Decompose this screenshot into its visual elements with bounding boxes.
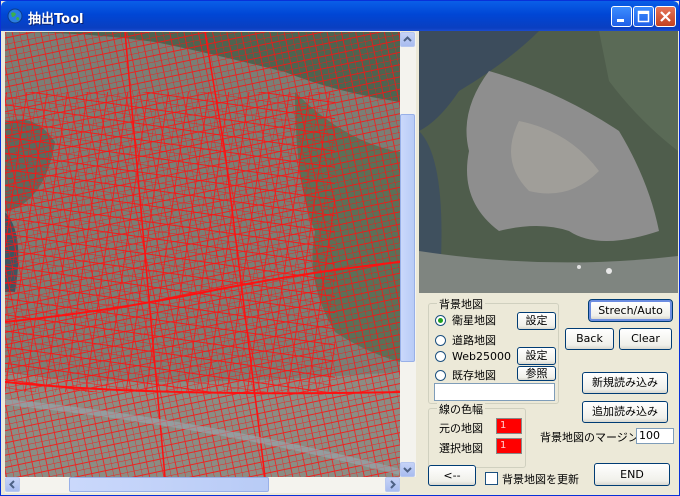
scroll-down-arrow-icon xyxy=(403,467,412,473)
vertical-scroll-thumb[interactable] xyxy=(400,114,415,362)
existing-map-path-input[interactable] xyxy=(434,383,555,401)
radio-label: 既存地図 xyxy=(452,369,496,382)
radio-button[interactable] xyxy=(435,334,446,346)
stretch-auto-button[interactable]: Strech/Auto xyxy=(588,299,673,322)
margin-input[interactable]: 100 xyxy=(636,428,674,444)
radio-button[interactable] xyxy=(435,369,446,381)
minimize-button[interactable] xyxy=(611,6,632,27)
scroll-left-button[interactable] xyxy=(5,477,20,492)
scroll-down-button[interactable] xyxy=(400,462,415,477)
title-bar[interactable]: 抽出Tool xyxy=(1,1,679,31)
scroll-up-button[interactable] xyxy=(400,32,415,47)
line-color-group-title: 線の色幅 xyxy=(437,401,485,417)
map-vertical-scrollbar[interactable] xyxy=(400,32,416,477)
maximize-button[interactable] xyxy=(633,6,654,27)
radio-road-map[interactable]: 道路地図 xyxy=(435,333,496,347)
background-map-group-title: 背景地図 xyxy=(437,296,485,312)
add-load-button[interactable]: 追加読み込み xyxy=(582,401,668,423)
minimize-icon xyxy=(617,19,624,22)
client-area: 背景地図 衛星地図 道路地図 Web25000 既存地図 設定 設定 参照 線の… xyxy=(4,31,678,494)
radio-web25000[interactable]: Web25000 xyxy=(435,349,511,363)
app-window: 抽出Tool 背景地図 衛星地図 道路地図 Web25000 既存地図 設定 設… xyxy=(0,0,680,496)
close-icon xyxy=(660,11,671,22)
app-globe-icon xyxy=(7,8,23,24)
original-map-color-swatch[interactable]: 1 xyxy=(496,418,522,434)
scroll-up-arrow-icon xyxy=(403,36,412,42)
radio-label: 衛星地図 xyxy=(452,314,496,327)
radio-button[interactable] xyxy=(435,350,446,362)
prev-button[interactable]: <-- xyxy=(428,465,476,486)
radio-label: Web25000 xyxy=(452,349,511,363)
update-background-checkbox[interactable] xyxy=(485,472,498,485)
satellite-map-with-roads[interactable] xyxy=(5,32,400,477)
scroll-right-button[interactable] xyxy=(385,477,400,492)
satellite-settings-button[interactable]: 設定 xyxy=(517,312,556,330)
original-map-label: 元の地図 xyxy=(439,422,483,435)
background-map-group: 背景地図 衛星地図 道路地図 Web25000 既存地図 設定 設定 参照 xyxy=(428,296,559,404)
scroll-right-arrow-icon xyxy=(390,480,396,489)
existing-map-browse-button[interactable]: 参照 xyxy=(517,366,556,381)
new-load-button[interactable]: 新規読み込み xyxy=(582,372,668,394)
maximize-icon xyxy=(637,10,650,23)
scroll-left-arrow-icon xyxy=(9,480,15,489)
radio-satellite-map[interactable]: 衛星地図 xyxy=(435,313,496,327)
margin-label: 背景地図のマージン xyxy=(540,431,639,444)
clear-button[interactable]: Clear xyxy=(619,328,672,350)
extraction-map-view[interactable] xyxy=(5,32,400,477)
overview-map xyxy=(419,31,678,293)
selected-map-color-swatch[interactable]: 1 xyxy=(496,438,522,454)
web25000-settings-button[interactable]: 設定 xyxy=(517,347,556,365)
radio-button[interactable] xyxy=(435,314,446,326)
overview-satellite-image[interactable] xyxy=(419,31,678,293)
radio-label: 道路地図 xyxy=(452,334,496,347)
end-button[interactable]: END xyxy=(594,463,670,486)
window-title: 抽出Tool xyxy=(28,12,84,27)
close-button[interactable] xyxy=(655,6,676,27)
radio-existing-map[interactable]: 既存地図 xyxy=(435,368,496,382)
line-color-width-group: 線の色幅 元の地図 1 選択地図 1 xyxy=(428,401,526,468)
map-horizontal-scrollbar[interactable] xyxy=(5,477,400,493)
update-background-label: 背景地図を更新 xyxy=(502,473,579,486)
horizontal-scroll-thumb[interactable] xyxy=(69,477,269,492)
back-button[interactable]: Back xyxy=(565,328,614,350)
selected-map-label: 選択地図 xyxy=(439,442,483,455)
